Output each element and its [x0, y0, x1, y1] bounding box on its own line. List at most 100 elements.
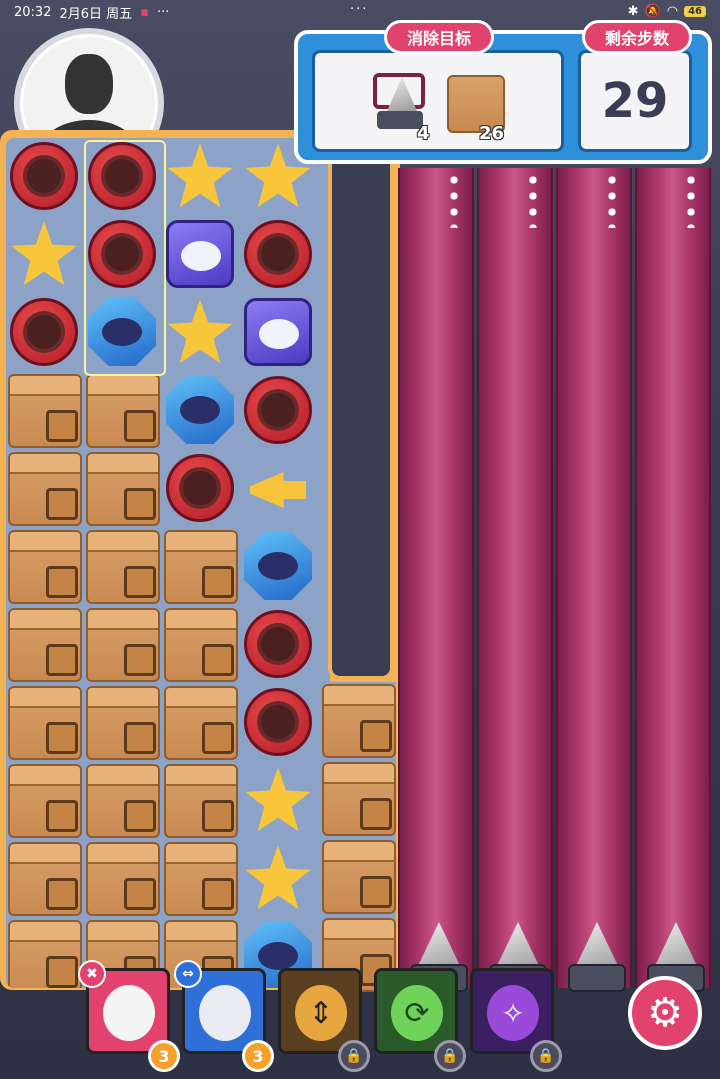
yellow-star-piece[interactable] — [245, 845, 311, 910]
board-cell — [6, 918, 82, 988]
conveyor-dots — [608, 172, 616, 228]
yellow-star-piece[interactable] — [245, 767, 311, 832]
crate-block — [8, 686, 82, 760]
board-cell — [84, 528, 160, 604]
crate-block — [86, 764, 160, 838]
conveyor-dots — [450, 172, 458, 228]
crate-block — [8, 530, 82, 604]
goal-drill-count: 4 — [417, 123, 430, 144]
board-cell — [320, 760, 396, 836]
red-furball-piece[interactable] — [166, 454, 234, 522]
red-furball-piece[interactable] — [244, 376, 312, 444]
board-cell — [84, 684, 160, 760]
crate-block — [164, 764, 238, 838]
board-cell[interactable] — [6, 216, 82, 292]
board-cell[interactable] — [84, 294, 160, 370]
bluetooth-icon: ✱ — [627, 4, 639, 19]
board-cell[interactable] — [240, 684, 316, 760]
yellow-star-piece[interactable] — [167, 299, 233, 364]
board-cell[interactable] — [84, 216, 160, 292]
red-furball-piece[interactable] — [88, 142, 156, 210]
red-furball-piece[interactable] — [244, 688, 312, 756]
board-cell[interactable] — [162, 138, 238, 214]
close-icon: ✖ — [78, 960, 106, 988]
crate-block — [86, 374, 160, 448]
drill-conveyor — [635, 168, 711, 988]
red-furball-piece[interactable] — [10, 298, 78, 366]
crate-block — [164, 686, 238, 760]
board-cell — [320, 838, 396, 914]
board-cell[interactable] — [240, 840, 316, 916]
board-cell[interactable] — [162, 294, 238, 370]
hero-card-icon — [199, 985, 251, 1041]
crate-block — [8, 842, 82, 916]
empty-tunnel — [328, 140, 394, 680]
goal-crate-count: 26 — [479, 123, 505, 144]
red-furball-piece[interactable] — [244, 610, 312, 678]
crate-block — [8, 920, 82, 988]
mute-icon: 🔕 — [644, 4, 661, 19]
refresh-icon: ⟳ — [391, 985, 443, 1041]
board-cell — [84, 840, 160, 916]
red-furball-piece[interactable] — [244, 220, 312, 288]
board-cell — [162, 840, 238, 916]
more-icon: ··· — [156, 4, 170, 20]
crate-block — [164, 842, 238, 916]
board-cell[interactable] — [162, 372, 238, 448]
blue-octagon-piece[interactable] — [88, 298, 156, 366]
board-cell[interactable] — [240, 450, 316, 526]
status-time: 20:32 — [14, 4, 52, 20]
blue-octagon-piece[interactable] — [166, 376, 234, 444]
rocket-powerup-piece[interactable] — [244, 454, 312, 522]
swap-icon: ⇔ — [174, 960, 202, 988]
battery-indicator: 46 — [684, 6, 706, 17]
crate-block — [8, 764, 82, 838]
board-cell[interactable] — [240, 606, 316, 682]
wifi-icon: ◠ — [666, 4, 679, 19]
avatar-head — [65, 54, 113, 114]
drill-conveyor — [398, 168, 474, 988]
board-cell[interactable] — [240, 762, 316, 838]
board-cell[interactable] — [84, 138, 160, 214]
crate-block — [164, 608, 238, 682]
board-cell[interactable] — [240, 372, 316, 448]
skill-1-badge: 3 — [148, 1040, 180, 1072]
goal-title: 消除目标 — [384, 20, 494, 54]
board-cell — [6, 606, 82, 682]
yellow-star-piece[interactable] — [167, 143, 233, 208]
crate-block — [8, 452, 82, 526]
crate-block — [86, 608, 160, 682]
status-center-dots: ··· — [350, 2, 369, 17]
settings-button[interactable]: ⚙ — [628, 976, 702, 1050]
blue-octagon-piece[interactable] — [244, 532, 312, 600]
board-cell[interactable] — [6, 138, 82, 214]
conveyor-dots — [687, 172, 695, 228]
yellow-star-piece[interactable] — [11, 221, 77, 286]
lock-icon: 🔒 — [434, 1040, 466, 1072]
purple-ghost-piece[interactable] — [166, 220, 234, 288]
crate-block — [86, 452, 160, 526]
crate-block — [86, 530, 160, 604]
board-cell[interactable] — [162, 450, 238, 526]
board-cell — [84, 450, 160, 526]
lock-icon: 🔒 — [530, 1040, 562, 1072]
board-cell[interactable] — [240, 294, 316, 370]
magic-icon: ✧ — [487, 985, 539, 1041]
steps-remaining-value: 29 — [578, 50, 692, 152]
crate-block — [8, 608, 82, 682]
red-furball-piece[interactable] — [10, 142, 78, 210]
red-furball-piece[interactable] — [88, 220, 156, 288]
purple-ghost-piece[interactable] — [244, 298, 312, 366]
board-cell — [162, 684, 238, 760]
crate-block — [164, 530, 238, 604]
board-cell[interactable] — [6, 294, 82, 370]
board-cell[interactable] — [240, 528, 316, 604]
goal-items-box: 4 26 — [312, 50, 564, 152]
board-cell[interactable] — [162, 216, 238, 292]
board-cell — [84, 372, 160, 448]
board-cell — [6, 450, 82, 526]
board-cell[interactable] — [240, 216, 316, 292]
crate-block — [322, 762, 396, 836]
drill-conveyor — [556, 168, 632, 988]
board-cell — [162, 528, 238, 604]
